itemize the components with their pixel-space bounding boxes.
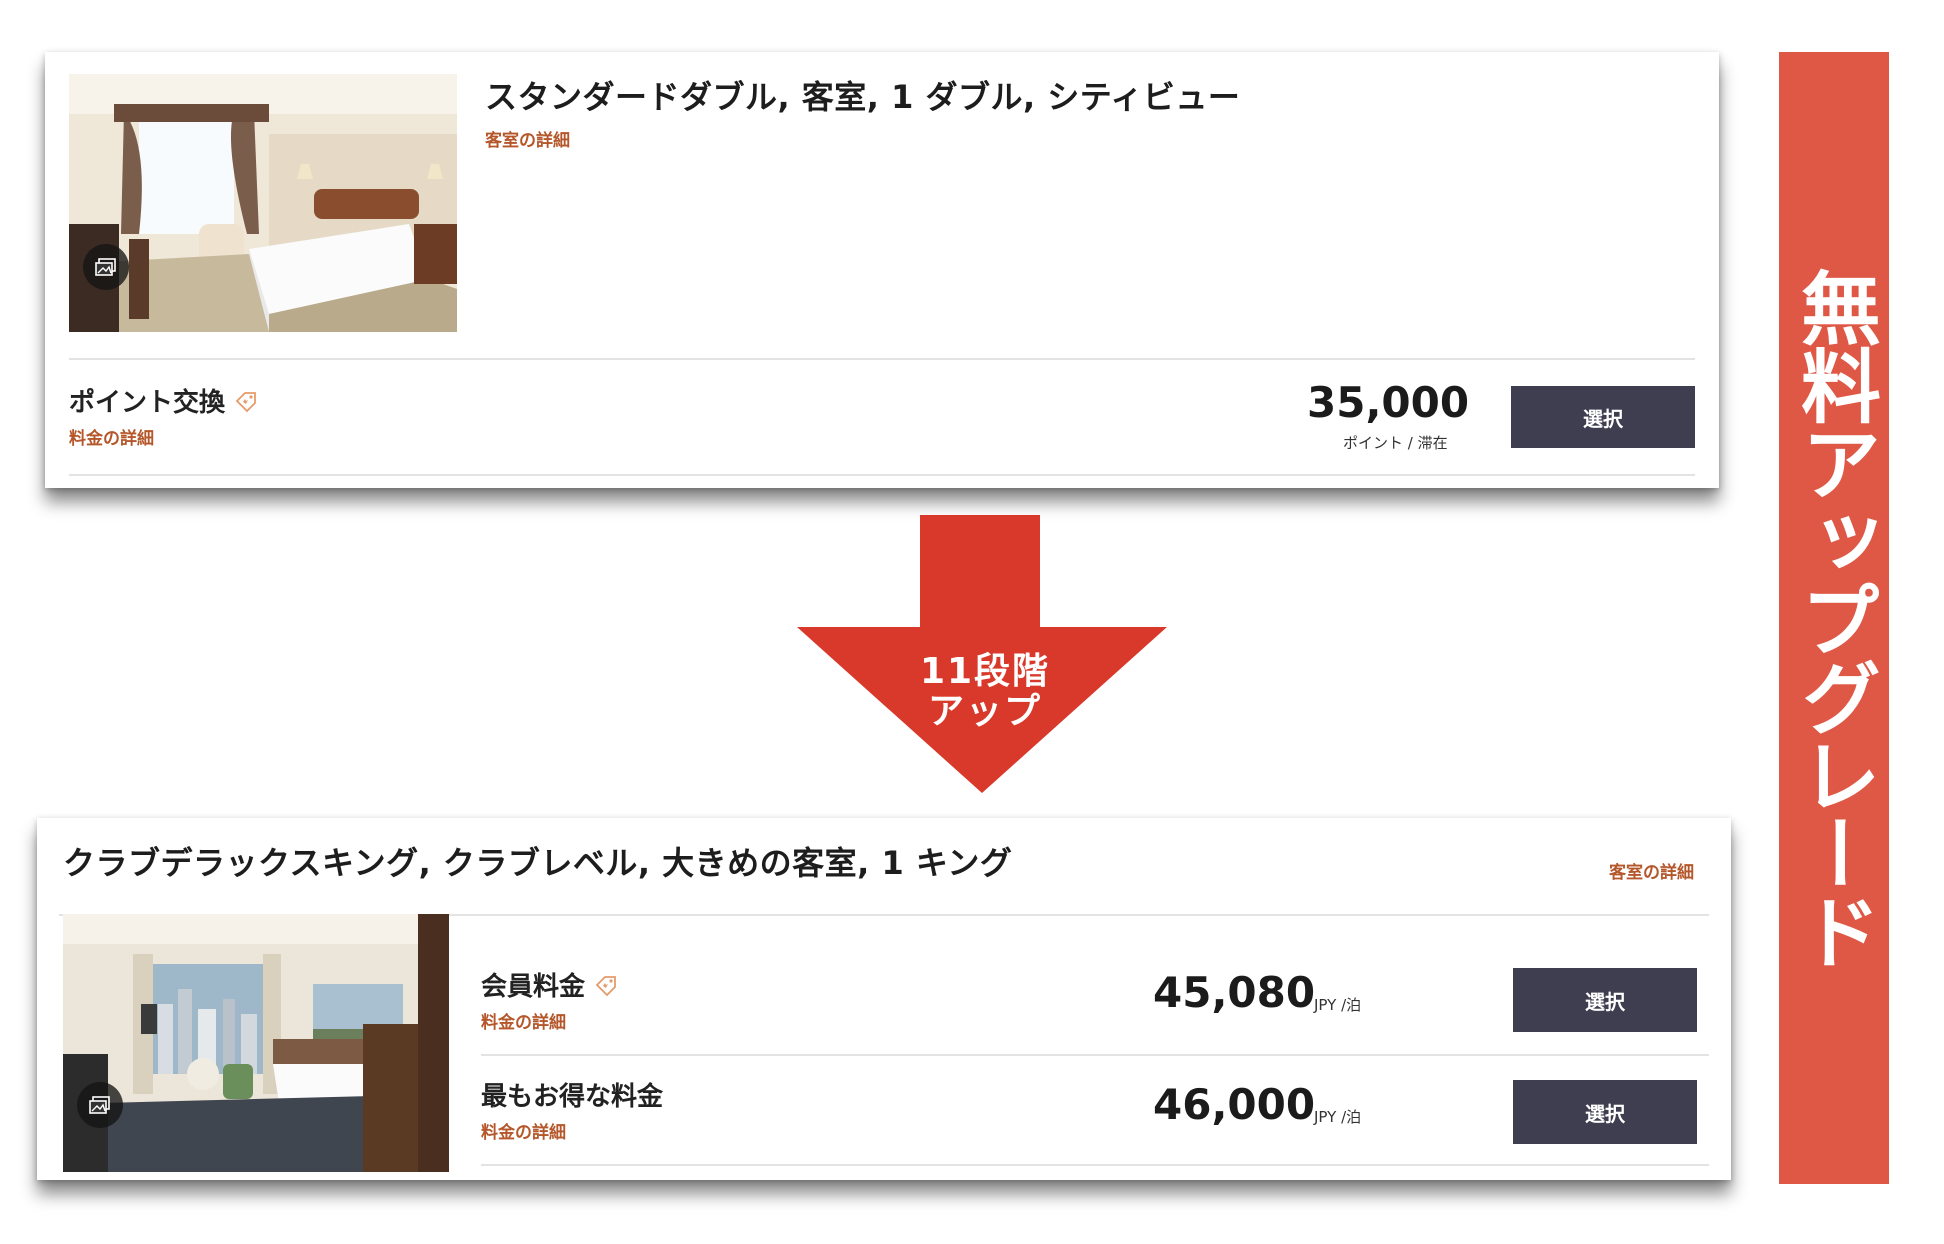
- club-room-image: [63, 914, 449, 1172]
- gallery-icon[interactable]: [77, 1082, 123, 1128]
- divider-rates: [481, 1054, 1709, 1056]
- room-title: スタンダードダブル, 客室, 1 ダブル, シティビュー: [485, 78, 1241, 116]
- standard-room-photo[interactable]: [69, 74, 457, 332]
- tag-icon: [595, 975, 616, 996]
- select-button-member-rate[interactable]: 選択: [1513, 968, 1697, 1032]
- room-details-link[interactable]: 客室の詳細: [485, 126, 570, 151]
- standard-room-card: スタンダードダブル, 客室, 1 ダブル, シティビュー 客室の詳細 ポイント交…: [45, 52, 1719, 488]
- rate-name-member: 会員料金: [481, 966, 619, 1003]
- arrow-label-line1: 11段階: [919, 651, 1051, 692]
- rate-name-best: 最もお得な料金: [481, 1076, 663, 1113]
- rate-name-label: ポイント交換: [69, 388, 226, 418]
- divider-bottom: [69, 474, 1695, 476]
- member-rate-price: 45,080: [1153, 968, 1316, 1017]
- room-details-link[interactable]: 客室の詳細: [1609, 858, 1694, 883]
- select-button-best-rate[interactable]: 選択: [1513, 1080, 1697, 1144]
- divider-bottom: [481, 1164, 1709, 1166]
- arrow-label-line2: アップ: [927, 691, 1042, 732]
- rate-details-link[interactable]: 料金の詳細: [481, 1008, 566, 1033]
- gallery-icon[interactable]: [83, 244, 129, 290]
- banner-text: 無料アップグレード: [1788, 267, 1881, 969]
- club-deluxe-room-card: クラブデラックスキング, クラブレベル, 大きめの客室, 1 キング 客室の詳細: [37, 818, 1731, 1180]
- rate-name: ポイント交換: [69, 382, 259, 419]
- best-rate-unit: JPY /泊: [1314, 1108, 1362, 1126]
- rate-details-link[interactable]: 料金の詳細: [481, 1118, 566, 1143]
- room-title: クラブデラックスキング, クラブレベル, 大きめの客室, 1 キング: [63, 844, 1013, 882]
- member-rate-unit: JPY /泊: [1314, 996, 1362, 1014]
- rate-name-label: 最もお得な料金: [481, 1082, 664, 1112]
- free-upgrade-banner: 無料アップグレード: [1779, 52, 1889, 1184]
- best-rate-price: 46,000: [1153, 1080, 1316, 1129]
- standard-room-image: [69, 74, 457, 332]
- rate-details-link[interactable]: 料金の詳細: [69, 424, 154, 449]
- select-button[interactable]: 選択: [1511, 386, 1695, 448]
- tag-icon: [235, 391, 256, 412]
- rate-name-label: 会員料金: [481, 972, 586, 1002]
- divider: [69, 358, 1695, 360]
- points-unit: ポイント / 滞在: [1343, 434, 1448, 452]
- points-price: 35,000: [1307, 378, 1470, 427]
- club-room-photo[interactable]: [63, 914, 449, 1172]
